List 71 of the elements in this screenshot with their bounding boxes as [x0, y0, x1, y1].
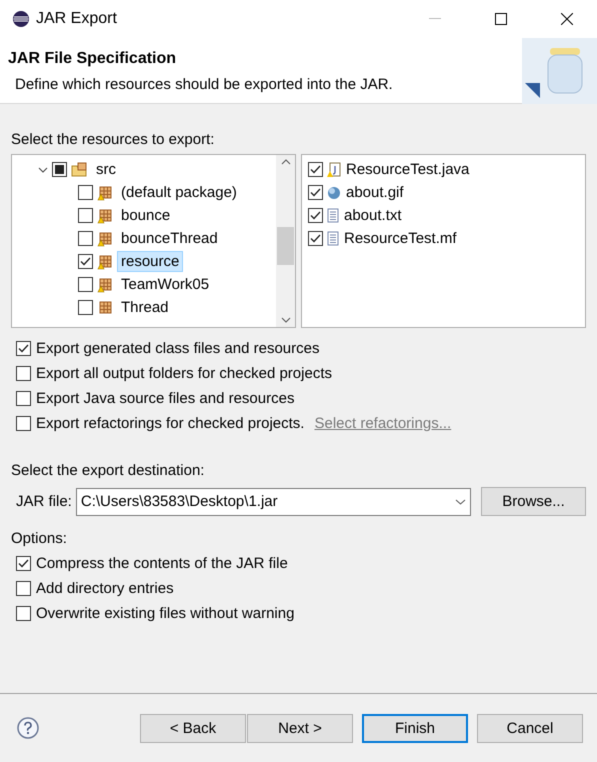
checkbox[interactable] [52, 162, 67, 177]
maximize-icon[interactable] [495, 13, 507, 25]
page-title: JAR File Specification [8, 50, 178, 68]
checkbox[interactable] [308, 231, 323, 246]
checkbox[interactable] [16, 366, 31, 381]
checkbox-label: Compress the contents of the JAR file [36, 555, 288, 572]
package-icon [97, 300, 113, 316]
field-label: JAR file: [16, 493, 72, 510]
section-label: Select the export destination: [11, 462, 204, 479]
checkbox-label: Export all output folders for checked projects [36, 365, 332, 382]
file-item[interactable]: ResourceTest.mf [343, 228, 458, 249]
scrollbar[interactable] [276, 155, 295, 327]
checkbox[interactable] [16, 606, 31, 621]
close-icon[interactable] [561, 13, 573, 25]
section-label: Options: [11, 530, 67, 547]
checkbox[interactable] [308, 208, 323, 223]
tree-item[interactable]: Thread [117, 297, 173, 318]
app-logo-icon [12, 10, 30, 28]
jar-file-combo[interactable]: C:\Users\83583\Desktop\1.jar [76, 488, 471, 516]
window-title: JAR Export [36, 10, 118, 28]
tree-item[interactable]: TeamWork05 [117, 274, 214, 295]
dialog-button[interactable]: Finish [362, 714, 468, 742]
checkbox-label: Export Java source files and resources [36, 390, 294, 407]
package-icon [97, 208, 113, 224]
text-file-icon [327, 231, 339, 246]
checkbox[interactable] [78, 254, 93, 269]
tree-item[interactable]: bounce [117, 205, 174, 226]
package-icon [97, 254, 113, 270]
checkbox[interactable] [16, 416, 31, 431]
checkbox[interactable] [78, 208, 93, 223]
tree-item[interactable]: src [92, 159, 120, 180]
dropdown-chevron-icon[interactable] [455, 498, 466, 504]
checkbox[interactable] [78, 277, 93, 292]
scroll-up-icon[interactable] [280, 159, 290, 165]
checkbox[interactable] [308, 185, 323, 200]
checkbox[interactable] [16, 581, 31, 596]
checkbox[interactable] [16, 391, 31, 406]
help-icon[interactable] [17, 717, 39, 739]
scroll-down-icon[interactable] [280, 317, 290, 323]
checkbox[interactable] [78, 231, 93, 246]
select-refactorings-link[interactable]: Select refactorings... [314, 415, 452, 432]
tree-item[interactable]: resource [117, 251, 184, 272]
checkbox[interactable] [16, 341, 31, 356]
package-icon [97, 276, 113, 292]
checkbox-label: Export generated class files and resources [36, 340, 320, 357]
tree-item[interactable]: bounceThread [117, 228, 222, 249]
package-icon [97, 184, 113, 200]
package-icon [97, 230, 113, 246]
dialog-button[interactable]: < Back [140, 714, 246, 742]
checkbox-label: Export refactorings for checked projects. [36, 415, 304, 432]
tree-item[interactable]: (default package) [117, 182, 241, 203]
dialog-button[interactable]: Cancel [477, 714, 583, 742]
source-folder-icon [71, 162, 88, 178]
globe-icon [327, 186, 341, 200]
checkbox[interactable] [16, 556, 31, 571]
expand-chevron-icon[interactable] [38, 166, 48, 172]
file-item[interactable]: ResourceTest.java [345, 159, 470, 180]
file-item[interactable]: about.txt [343, 205, 403, 226]
checkbox-label: Overwrite existing files without warning [36, 605, 294, 622]
section-label: Select the resources to export: [11, 131, 214, 148]
dialog-button[interactable]: Next > [247, 714, 353, 742]
scrollbar-thumb[interactable] [277, 227, 294, 265]
checkbox[interactable] [78, 185, 93, 200]
checkbox-label: Add directory entries [36, 580, 174, 597]
checkbox[interactable] [78, 300, 93, 315]
checkbox[interactable] [308, 162, 323, 177]
file-item[interactable]: about.gif [345, 182, 405, 203]
browse-button[interactable]: Browse... [481, 487, 586, 516]
java-file-icon [327, 162, 341, 178]
text-file-icon [327, 208, 339, 223]
page-description: Define which resources should be exported into the JAR. [14, 76, 394, 93]
